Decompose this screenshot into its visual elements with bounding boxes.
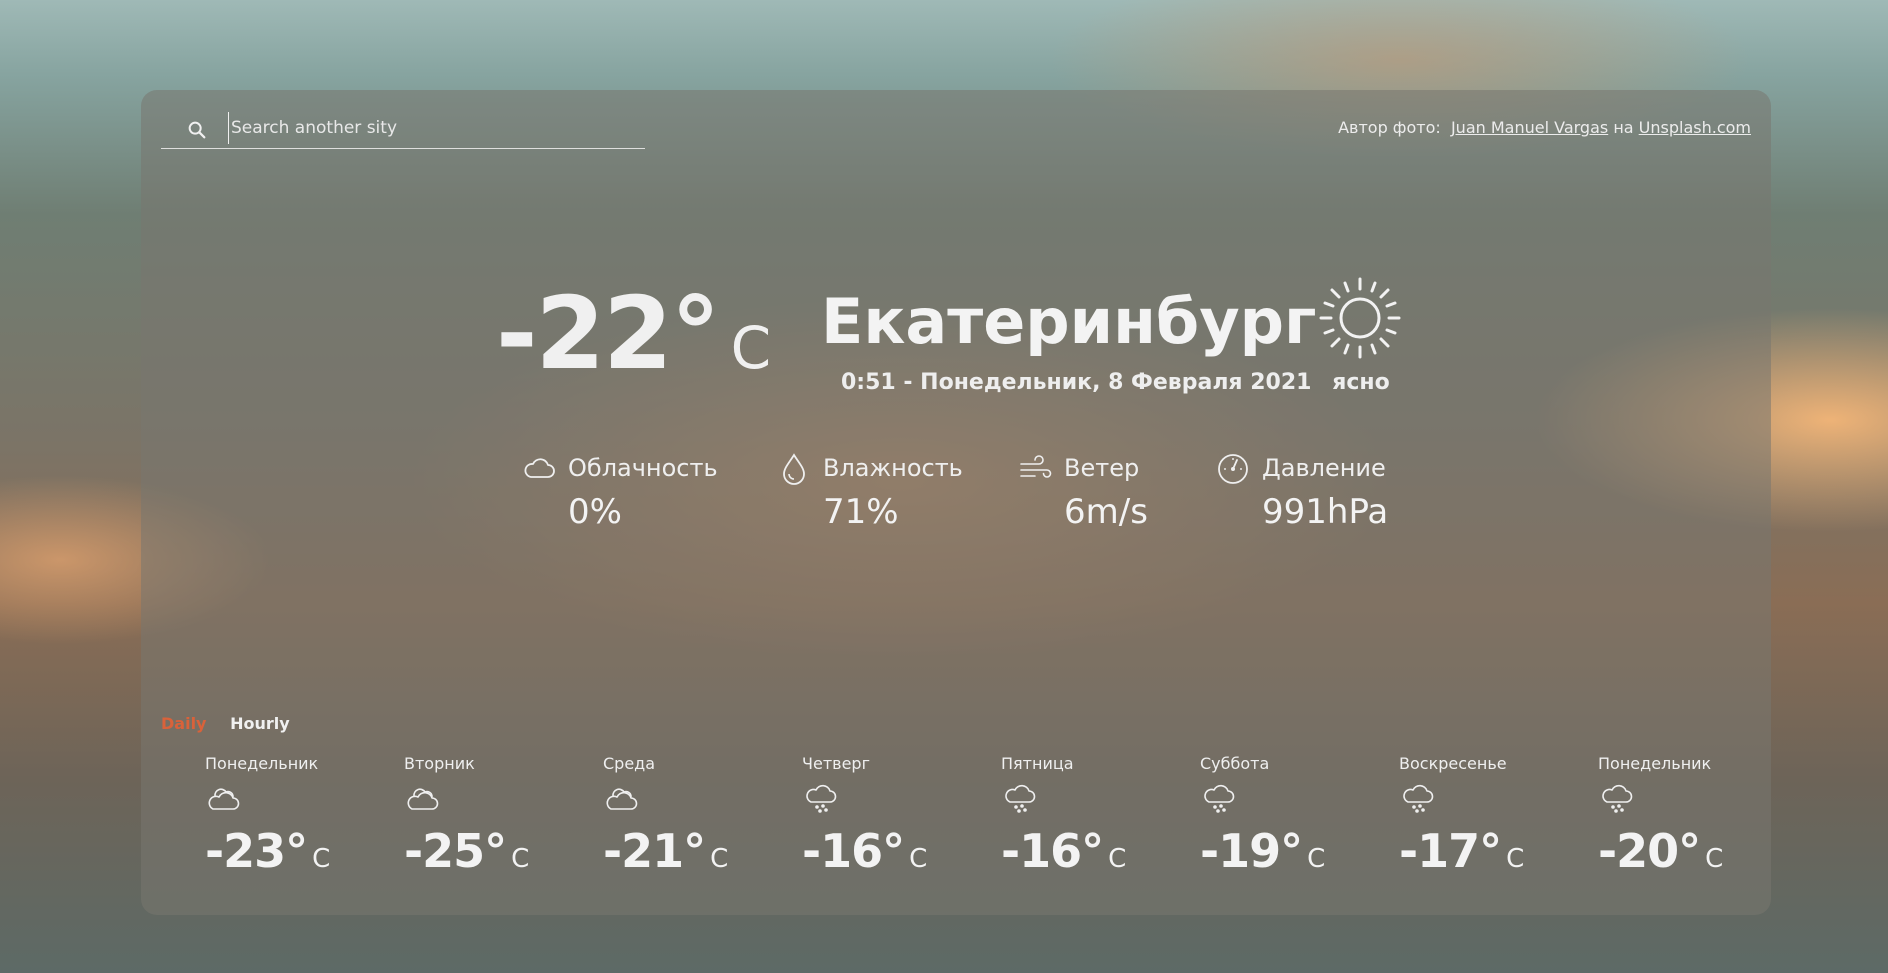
weather-panel: Автор фото: Juan Manuel Vargas на Unspla… [141,90,1771,915]
forecast-temperature: -21° C [603,824,728,878]
photo-credit: Автор фото: Juan Manuel Vargas на Unspla… [1338,118,1751,137]
stat-value: 6m/s [1064,492,1148,532]
forecast-temperature: -25° C [404,824,529,878]
credit-prefix: Автор фото: [1338,118,1441,137]
forecast-day: Четверг -16° C [802,754,992,878]
temperature-value: -22° [496,275,721,392]
snow-cloud-icon [1204,784,1235,813]
current-temperature: -22° C [496,275,771,392]
tab-daily[interactable]: Daily [161,714,206,733]
forecast-day: Понедельник -20° C [1598,754,1788,878]
forecast-day: Понедельник -23° C [205,754,395,878]
forecast-temp-value: -16° [1001,824,1104,878]
stat-value: 991hPa [1262,492,1389,532]
search-input[interactable] [228,112,631,144]
forecast-temp-value: -17° [1399,824,1502,878]
forecast-temp-value: -21° [603,824,706,878]
credit-author-link[interactable]: Juan Manuel Vargas [1451,118,1608,137]
forecast-temp-unit: C [909,844,928,874]
forecast-day-name: Среда [603,754,656,773]
sun-icon [1319,277,1401,359]
pressure-gauge-icon [1218,454,1248,484]
forecast-temperature: -17° C [1399,824,1524,878]
tab-hourly[interactable]: Hourly [230,714,290,733]
forecast-day: Суббота -19° C [1200,754,1390,878]
temperature-unit: C [730,314,772,382]
stat-label: Влажность [823,454,963,482]
snow-cloud-icon [806,784,837,813]
forecast-temperature: -23° C [205,824,330,878]
forecast-temperature: -16° C [1001,824,1126,878]
forecast-temp-value: -16° [802,824,905,878]
forecast-day-name: Суббота [1200,754,1270,773]
stat-label: Облачность [568,454,718,482]
forecast-tabs: Daily Hourly [161,714,290,733]
clouds-icon [407,788,439,810]
forecast-temperature: -16° C [802,824,927,878]
stat-label: Давление [1262,454,1386,482]
search-icon[interactable] [186,119,208,141]
forecast-temp-value: -23° [205,824,308,878]
forecast-temp-unit: C [1108,844,1127,874]
forecast-temp-value: -20° [1598,824,1701,878]
forecast-temp-unit: C [511,844,530,874]
stat-value: 71% [823,492,899,532]
forecast-day-name: Понедельник [1598,754,1712,773]
forecast-day-name: Четверг [802,754,870,773]
forecast-day-name: Воскресенье [1399,754,1507,773]
clouds-icon [606,788,638,810]
weather-condition: ясно [1332,370,1390,395]
forecast-temp-unit: C [1506,844,1525,874]
forecast-temp-value: -19° [1200,824,1303,878]
search-bar [161,112,645,149]
stat-value: 0% [568,492,622,532]
forecast-day: Пятница -16° C [1001,754,1191,878]
forecast-temp-unit: C [710,844,729,874]
humidity-drop-icon [783,453,805,485]
stat-label: Ветер [1064,454,1140,482]
forecast-day: Воскресенье -17° C [1399,754,1589,878]
forecast-temperature: -20° C [1598,824,1723,878]
snow-cloud-icon [1403,784,1434,813]
date-time: 0:51 - Понедельник, 8 Февраля 2021 [841,370,1312,395]
snow-cloud-icon [1602,784,1633,813]
forecast-temperature: -19° C [1200,824,1325,878]
city-name: Екатеринбург [821,285,1317,358]
forecast-day-name: Вторник [404,754,475,773]
credit-site-link[interactable]: Unsplash.com [1639,118,1751,137]
forecast-day: Вторник -25° C [404,754,594,878]
cloud-icon [524,458,555,478]
forecast-day-name: Пятница [1001,754,1074,773]
forecast-day-name: Понедельник [205,754,319,773]
wind-icon [1020,455,1052,478]
forecast-temp-unit: C [1705,844,1724,874]
snow-cloud-icon [1005,784,1036,813]
credit-joiner: на [1613,118,1634,137]
forecast-day: Среда -21° C [603,754,793,878]
forecast-temp-value: -25° [404,824,507,878]
clouds-icon [208,788,240,810]
forecast-temp-unit: C [312,844,331,874]
forecast-temp-unit: C [1307,844,1326,874]
